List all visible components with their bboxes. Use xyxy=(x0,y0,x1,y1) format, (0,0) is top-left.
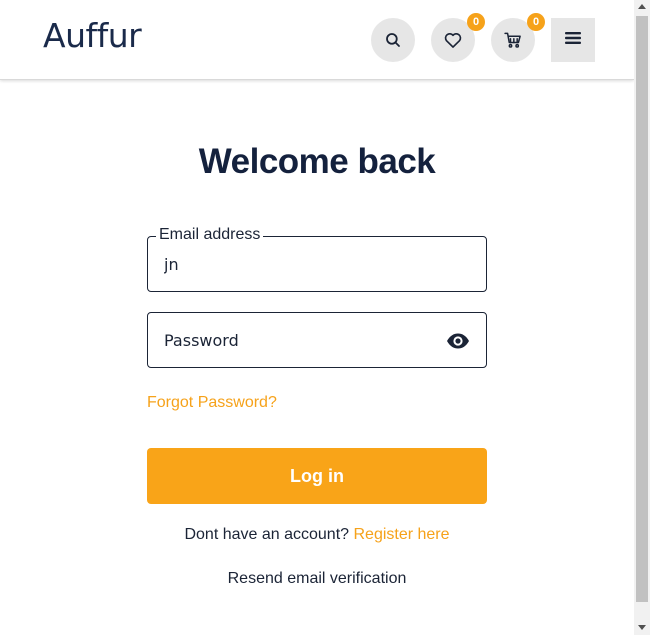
cart-button[interactable]: 0 xyxy=(491,13,545,62)
menu-button[interactable] xyxy=(551,18,595,62)
forgot-password-link[interactable]: Forgot Password? xyxy=(147,394,277,412)
login-button[interactable]: Log in xyxy=(147,448,487,504)
cart-icon xyxy=(503,30,523,50)
wishlist-button[interactable]: 0 xyxy=(431,13,485,62)
register-prompt: Dont have an account? Register here xyxy=(0,526,634,544)
scroll-thumb[interactable] xyxy=(636,16,648,602)
menu-icon xyxy=(563,30,583,51)
scroll-down-icon[interactable] xyxy=(638,625,646,630)
search-icon xyxy=(384,31,402,49)
no-account-text: Dont have an account? xyxy=(184,526,350,543)
heart-icon xyxy=(443,30,463,50)
eye-icon[interactable] xyxy=(446,329,470,353)
password-input[interactable] xyxy=(164,313,434,367)
scrollbar[interactable] xyxy=(634,0,650,635)
page-title: Welcome back xyxy=(198,142,436,181)
search-button[interactable] xyxy=(371,18,415,62)
email-field: Email address xyxy=(147,226,487,292)
logo[interactable]: Auffur xyxy=(43,16,142,55)
register-link[interactable]: Register here xyxy=(353,526,449,543)
wishlist-count-badge: 0 xyxy=(467,13,485,31)
site-header: Auffur 0 0 xyxy=(0,0,634,80)
scroll-up-icon[interactable] xyxy=(638,4,646,9)
login-page: Auffur 0 0 Welcome back Email address jn… xyxy=(0,0,634,635)
cart-count-badge: 0 xyxy=(527,13,545,31)
email-input[interactable] xyxy=(164,237,434,291)
password-field xyxy=(147,312,487,368)
resend-verification-link[interactable]: Resend email verification xyxy=(0,570,634,588)
